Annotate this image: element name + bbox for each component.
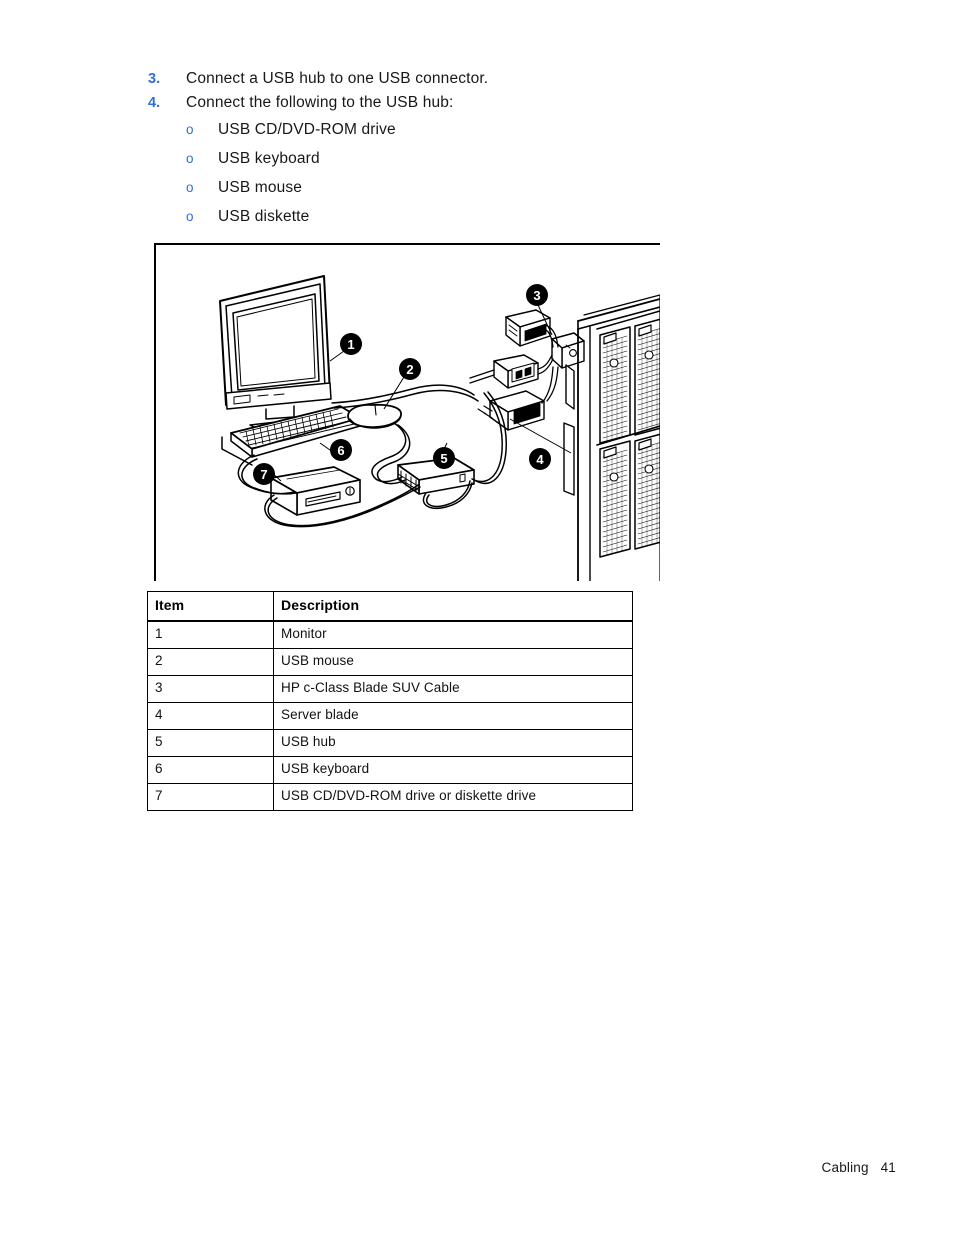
cell-description: USB mouse [273, 648, 633, 676]
table-row: 6 USB keyboard [147, 756, 633, 784]
cell-description: USB keyboard [273, 756, 633, 784]
procedure-step: 3. Connect a USB hub to one USB connecto… [148, 70, 748, 88]
server-blade-enclosure-graphic [563, 294, 660, 581]
list-item: o USB diskette [148, 208, 748, 226]
cell-item: 6 [147, 756, 274, 784]
list-item-label: USB keyboard [218, 150, 320, 167]
page-footer: Cabling 41 [821, 1160, 896, 1175]
table-row: 2 USB mouse [147, 648, 633, 676]
table-row: 3 HP c-Class Blade SUV Cable [147, 675, 633, 703]
step-number: 4. [148, 95, 161, 111]
external-drive-graphic [270, 466, 361, 516]
cell-description: Server blade [273, 702, 633, 730]
cell-item: 2 [147, 648, 274, 676]
bullet-icon: o [186, 209, 194, 224]
callout-5: 5 [433, 447, 455, 469]
cell-description: USB CD/DVD-ROM drive or diskette drive [273, 783, 633, 811]
step-number: 3. [148, 71, 161, 87]
cell-description: HP c-Class Blade SUV Cable [273, 675, 633, 703]
procedure-list: 3. Connect a USB hub to one USB connecto… [148, 70, 748, 237]
cell-item: 4 [147, 702, 274, 730]
bullet-icon: o [186, 180, 194, 195]
procedure-step: 4. Connect the following to the USB hub: [148, 94, 748, 112]
step-text: Connect the following to the USB hub: [186, 94, 454, 111]
svg-text:7: 7 [260, 467, 267, 482]
list-item: o USB keyboard [148, 150, 748, 168]
cell-description: Monitor [273, 620, 633, 649]
cell-item: 1 [147, 620, 274, 649]
svg-text:2: 2 [406, 362, 413, 377]
table-row: 5 USB hub [147, 729, 633, 757]
cell-item: 5 [147, 729, 274, 757]
svg-text:4: 4 [536, 452, 544, 467]
bullet-icon: o [186, 122, 194, 137]
table-row: 7 USB CD/DVD-ROM drive or diskette drive [147, 783, 633, 811]
callout-7: 7 [253, 463, 275, 485]
list-item-label: USB mouse [218, 179, 303, 196]
callout-6: 6 [330, 439, 352, 461]
cabling-figure: 1 2 3 4 5 6 7 [154, 243, 660, 581]
table-header-row: Item Description [147, 591, 633, 622]
svg-text:3: 3 [533, 288, 540, 303]
usb-hub-cabling-illustration: 1 2 3 4 5 6 7 [219, 275, 660, 581]
bullet-icon: o [186, 151, 194, 166]
callout-3: 3 [526, 284, 548, 306]
list-item-label: USB CD/DVD-ROM drive [218, 121, 396, 138]
table-row: 4 Server blade [147, 702, 633, 730]
legend-table: Item Description 1 Monitor 2 USB mouse 3… [147, 591, 633, 811]
callout-2: 2 [399, 358, 421, 380]
procedure-sub-list: o USB CD/DVD-ROM drive o USB keyboard o … [148, 121, 748, 226]
cell-item: 7 [147, 783, 274, 811]
cell-description: USB hub [273, 729, 633, 757]
usb-connector [469, 354, 539, 389]
monitor-graphic [219, 275, 332, 434]
step-text: Connect a USB hub to one USB connector. [186, 70, 489, 87]
list-item: o USB mouse [148, 179, 748, 197]
callout-1: 1 [340, 333, 362, 355]
cell-item: 3 [147, 675, 274, 703]
svg-text:5: 5 [440, 451, 447, 466]
table-row: 1 Monitor [147, 620, 633, 649]
column-header-description: Description [273, 591, 633, 622]
usb-mouse-graphic [347, 403, 402, 429]
column-header-item: Item [147, 591, 274, 622]
svg-text:6: 6 [337, 443, 344, 458]
list-item-label: USB diskette [218, 208, 310, 225]
list-item: o USB CD/DVD-ROM drive [148, 121, 748, 139]
callout-4: 4 [529, 448, 551, 470]
svg-text:1: 1 [347, 337, 354, 352]
